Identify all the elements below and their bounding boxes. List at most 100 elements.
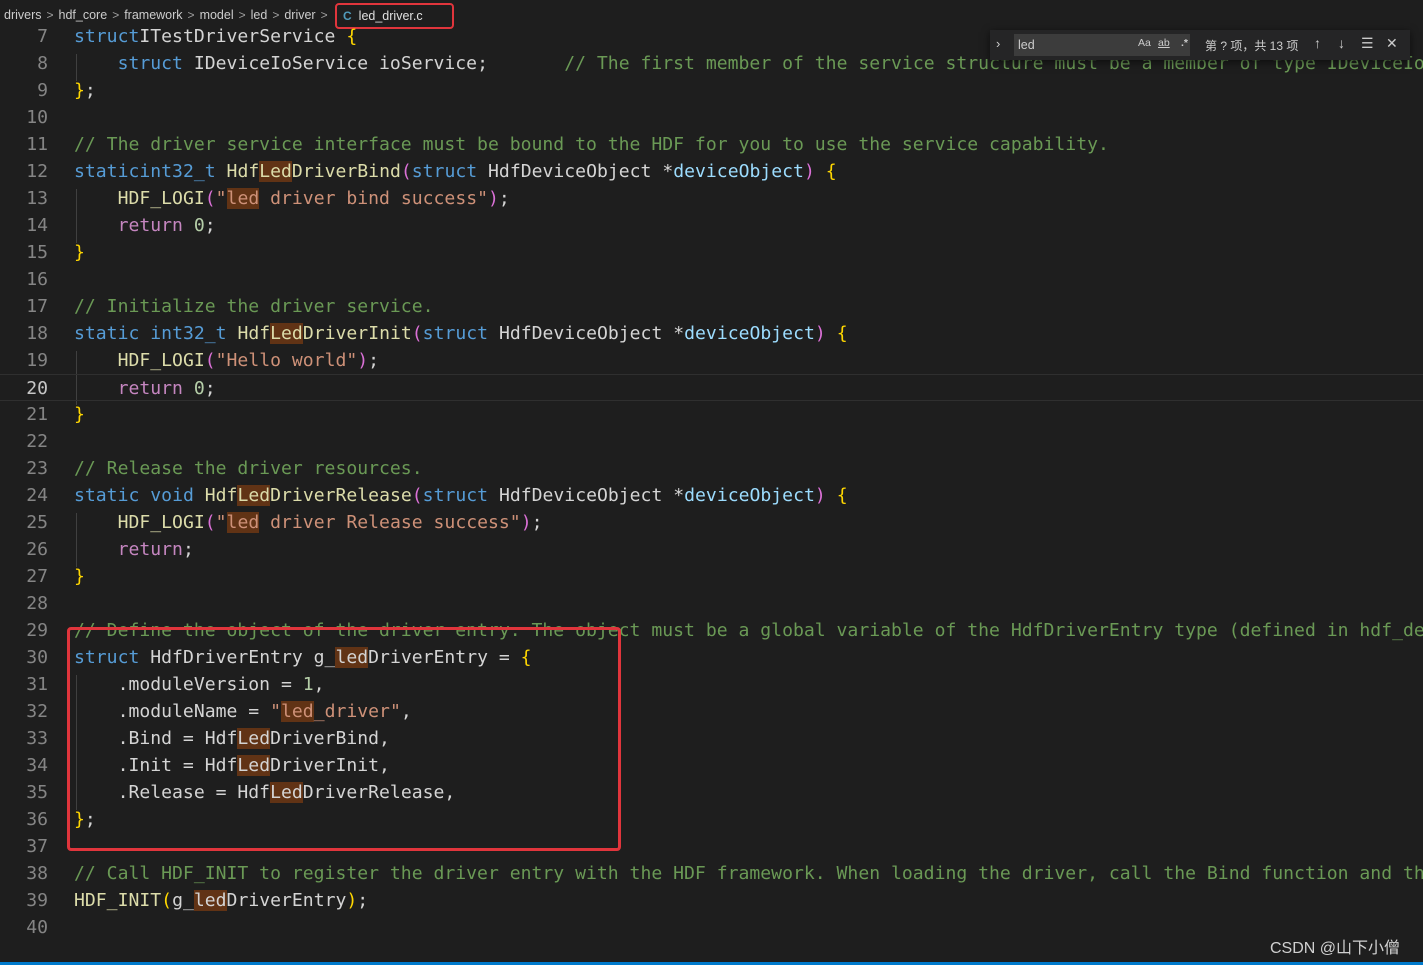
code-token: ) <box>346 890 358 911</box>
code-line[interactable]: 12 staticint32_t HdfLedDriverBind(struct … <box>0 158 1423 185</box>
code-token: led <box>226 188 260 209</box>
line-number: 36 <box>26 809 48 830</box>
match-case-toggle[interactable]: Aa <box>1138 37 1151 49</box>
line-number: 16 <box>26 269 48 290</box>
code-line[interactable]: 26 return; <box>0 536 1423 563</box>
find-in-selection-icon[interactable]: ☰ <box>1361 35 1374 52</box>
code-line[interactable]: 25 HDF_LOGI("led driver Release success"… <box>0 509 1423 536</box>
code-token: _driver" <box>313 701 401 722</box>
arrow-down-icon[interactable]: ↓ <box>1338 35 1345 51</box>
breadcrumb-file-label: led_driver.c <box>358 9 423 23</box>
code-token: // The driver service interface must be … <box>74 134 1109 155</box>
code-line[interactable]: 9}; <box>0 77 1423 104</box>
code-token: ; <box>204 378 216 399</box>
breadcrumb-item[interactable]: framework <box>124 8 182 22</box>
line-number: 23 <box>26 458 48 479</box>
code-editor[interactable]: 7 structITestDriverService {8 struct IDev… <box>0 23 1423 940</box>
code-line[interactable]: 27} <box>0 563 1423 590</box>
code-line[interactable]: 24 static void HdfLedDriverRelease(struct… <box>0 482 1423 509</box>
code-line[interactable]: 23 // Release the driver resources. <box>0 455 1423 482</box>
code-line[interactable]: 40 <box>0 914 1423 940</box>
code-token: return <box>117 215 183 236</box>
code-token: return <box>117 378 183 399</box>
code-token: DriverBind <box>291 161 401 182</box>
line-number: 9 <box>37 80 48 101</box>
line-number: 30 <box>26 647 48 668</box>
code-line[interactable]: 35 .Release = HdfLedDriverRelease, <box>0 779 1423 806</box>
line-number: 35 <box>26 782 48 803</box>
code-line[interactable]: 16 <box>0 266 1423 293</box>
line-number: 12 <box>26 161 48 182</box>
breadcrumb-item[interactable]: hdf_core <box>59 8 108 22</box>
line-number: 19 <box>26 350 48 371</box>
regex-toggle[interactable]: .* <box>1181 37 1188 49</box>
arrow-up-icon[interactable]: ↑ <box>1314 35 1321 51</box>
code-token: Led <box>237 728 271 749</box>
code-line[interactable]: 33 .Bind = HdfLedDriverBind, <box>0 725 1423 752</box>
code-token: return <box>117 539 183 560</box>
code-line[interactable]: 10 <box>0 104 1423 131</box>
code-token: HdfDeviceObject * <box>488 323 685 344</box>
code-line[interactable]: 34 .Init = HdfLedDriverInit, <box>0 752 1423 779</box>
code-token: int32_t <box>139 161 216 182</box>
code-text: return 0; <box>74 375 216 402</box>
code-line[interactable]: 28 <box>0 590 1423 617</box>
line-number: 38 <box>26 863 48 884</box>
close-icon[interactable]: ✕ <box>1386 35 1398 52</box>
breadcrumb-item[interactable]: drivers <box>4 8 42 22</box>
line-number: 21 <box>26 404 48 425</box>
breadcrumb-item[interactable]: led <box>251 8 268 22</box>
code-line[interactable]: 13 HDF_LOGI("led driver bind success"); <box>0 185 1423 212</box>
code-line[interactable]: 32 .moduleName = "led_driver", <box>0 698 1423 725</box>
code-text: return; <box>74 536 194 563</box>
code-token: static <box>74 323 140 344</box>
code-line[interactable]: 36}; <box>0 806 1423 833</box>
code-token: .Bind = Hdf <box>74 728 238 749</box>
code-line[interactable]: 19 HDF_LOGI("Hello world"); <box>0 347 1423 374</box>
code-line[interactable]: 29 // Define the object of the driver ent… <box>0 617 1423 644</box>
code-token: DriverBind, <box>270 728 390 749</box>
line-number: 15 <box>26 242 48 263</box>
chevron-right-icon: > <box>112 8 120 22</box>
code-line[interactable]: 31 .moduleVersion = 1, <box>0 671 1423 698</box>
code-line[interactable]: 22 <box>0 428 1423 455</box>
code-token: static <box>74 161 140 182</box>
code-line[interactable]: 15} <box>0 239 1423 266</box>
code-text: .moduleName = "led_driver", <box>74 698 412 725</box>
code-line[interactable]: 18 static int32_t HdfLedDriverInit(struct… <box>0 320 1423 347</box>
code-text: HDF_LOGI("led driver bind success"); <box>74 185 510 212</box>
line-number: 26 <box>26 539 48 560</box>
code-token: HdfDeviceObject * <box>477 161 674 182</box>
line-number: 33 <box>26 728 48 749</box>
code-token: struct <box>411 161 478 182</box>
code-line[interactable]: 17 // Initialize the driver service. <box>0 293 1423 320</box>
code-token: Hdf <box>237 323 271 344</box>
code-line[interactable]: 30 struct HdfDriverEntry g_ledDriverEntry… <box>0 644 1423 671</box>
code-line[interactable]: 20 return 0; <box>0 374 1423 401</box>
code-line[interactable]: 39 HDF_INIT(g_ledDriverEntry); <box>0 887 1423 914</box>
code-token: ) <box>814 485 826 506</box>
code-text: .Init = HdfLedDriverInit, <box>74 752 390 779</box>
code-token: } <box>74 242 85 263</box>
code-token: // Call HDF_INIT to register the driver … <box>74 863 1423 884</box>
whole-word-toggle[interactable]: ab <box>1158 37 1170 49</box>
code-text: } <box>74 563 85 590</box>
breadcrumb-item[interactable]: driver <box>284 8 315 22</box>
code-line[interactable]: 38 // Call HDF_INIT to register the drive… <box>0 860 1423 887</box>
chevron-right-icon: > <box>238 8 246 22</box>
code-token: 1 <box>302 674 314 695</box>
code-token: } <box>74 809 85 830</box>
breadcrumb-item[interactable]: model <box>200 8 234 22</box>
code-line[interactable]: 14 return 0; <box>0 212 1423 239</box>
find-widget: › Aa ab .* 第 ? 项，共 13 项 ↑ ↓ ☰ ✕ <box>990 30 1410 60</box>
code-line[interactable]: 21} <box>0 401 1423 428</box>
chevron-right-icon: > <box>320 8 328 22</box>
toggle-replace-chevron-icon[interactable]: › <box>996 36 1012 54</box>
code-line[interactable]: 37 <box>0 833 1423 860</box>
code-token: ; <box>531 512 543 533</box>
code-line[interactable]: 11 // The driver service interface must b… <box>0 131 1423 158</box>
code-text: .Release = HdfLedDriverRelease, <box>74 779 455 806</box>
breadcrumb-path: drivers > hdf_core > framework > model > led > dri… <box>4 8 333 22</box>
